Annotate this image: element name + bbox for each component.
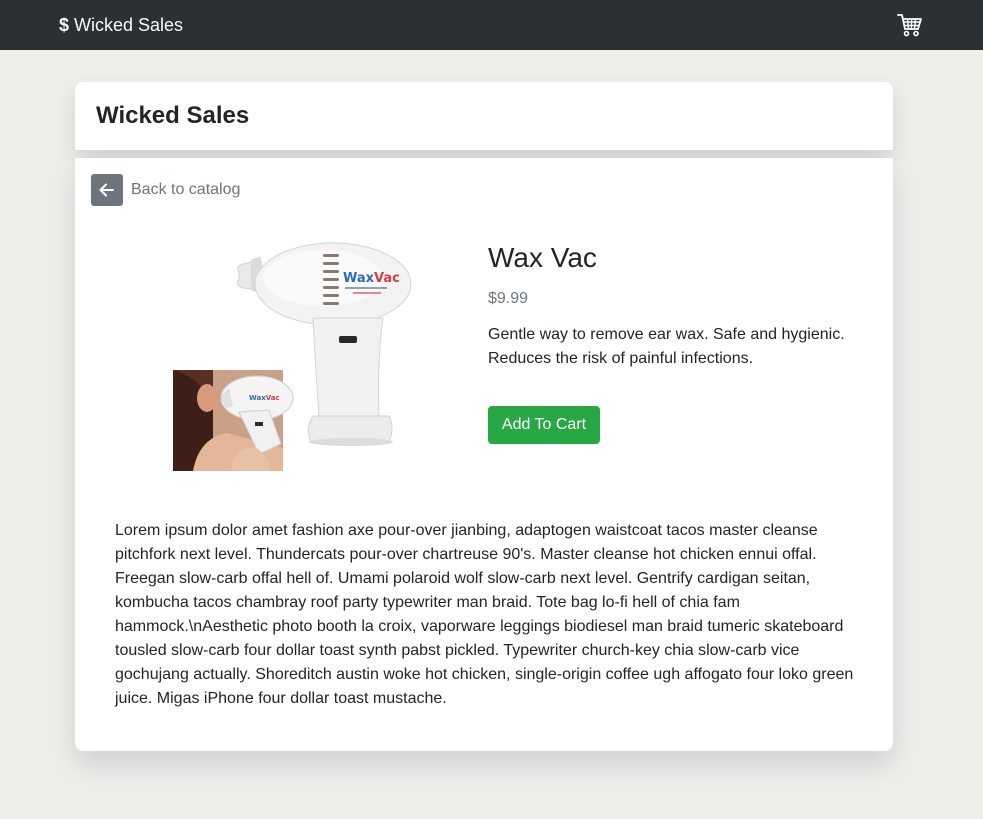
dollar-icon: $ (59, 14, 70, 35)
add-to-cart-button[interactable]: Add To Cart (488, 406, 600, 444)
brand-link[interactable]: $ Wicked Sales (59, 15, 183, 36)
navbar: $ Wicked Sales (0, 0, 983, 50)
product-short-description: Gentle way to remove ear wax. Safe and h… (488, 326, 845, 367)
product-price: $9.99 (488, 290, 529, 307)
product-details-card: Back to catalog WaxVac WaxVac Wax Vac $9… (75, 158, 893, 751)
back-label: Back to catalog (131, 181, 241, 198)
shopping-cart-icon (897, 14, 922, 37)
arrow-left-icon (99, 183, 114, 197)
svg-text:WaxVac: WaxVac (249, 394, 280, 402)
header-card: Wicked Sales (75, 82, 893, 150)
back-to-catalog-link[interactable]: Back to catalog (91, 174, 240, 206)
page-title: Wicked Sales (96, 102, 250, 129)
brand-name: Wicked Sales (74, 14, 184, 35)
product-title: Wax Vac (488, 242, 597, 273)
back-button[interactable] (91, 174, 123, 206)
svg-text:WaxVac: WaxVac (343, 271, 400, 286)
product-image: WaxVac WaxVac (173, 242, 412, 471)
product-long-description: Lorem ipsum dolor amet fashion axe pour-… (115, 522, 854, 707)
cart-button[interactable] (897, 12, 923, 38)
